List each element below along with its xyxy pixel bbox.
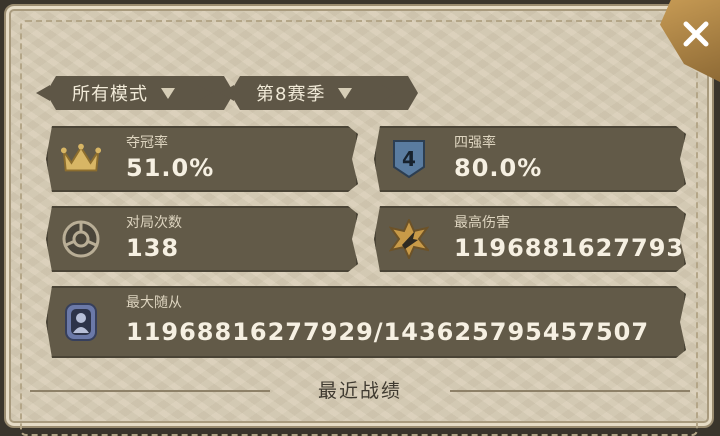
win-rate-value: 51.0%	[126, 154, 215, 182]
mode-label: 所有模式	[72, 84, 148, 105]
win-rate-card: 夺冠率 51.0%	[46, 126, 358, 192]
matches-label: 对局次数	[126, 215, 182, 231]
chevron-down-icon	[337, 86, 353, 100]
max-minion-value: 11968816277929/14362579545750​7	[126, 318, 650, 346]
chevron-down-icon	[160, 86, 176, 100]
max-damage-label: 最高伤害	[454, 215, 510, 231]
top4-rate-label: 四强率	[454, 135, 496, 151]
max-damage-value: 11968816277930	[454, 234, 702, 262]
matches-value: 138	[126, 234, 180, 262]
top4-badge-icon: 4	[388, 139, 430, 179]
matches-icon	[60, 219, 102, 259]
top4-rate-card: 4 四强率 80.0%	[374, 126, 686, 192]
win-rate-label: 夺冠率	[126, 135, 168, 151]
season-label: 第8赛季	[256, 84, 326, 105]
minion-portrait-icon	[60, 302, 102, 342]
matches-card: 对局次数 138	[46, 206, 358, 272]
damage-icon	[388, 219, 430, 259]
crown-icon	[60, 139, 102, 179]
max-damage-card: 最高伤害 11968816277930	[374, 206, 686, 272]
top4-rate-value: 80.0%	[454, 154, 543, 182]
svg-text:4: 4	[402, 147, 416, 171]
divider-right	[450, 390, 690, 392]
max-minion-card: 最大随从 11968816277929/14362579545750​7	[46, 286, 686, 358]
max-minion-label: 最大随从	[126, 295, 182, 311]
close-icon	[683, 21, 709, 47]
